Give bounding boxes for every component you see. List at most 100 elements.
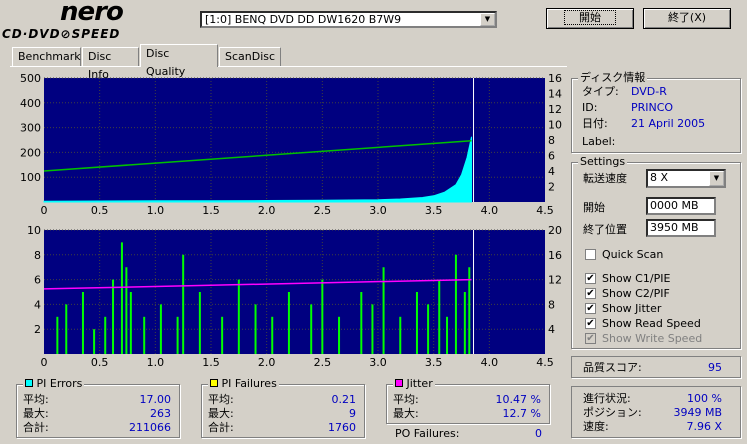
pi-errors-x-tick: 1.0 bbox=[147, 204, 165, 217]
pi-failures-max-value: 9 bbox=[349, 407, 356, 420]
drive-select[interactable]: [1:0] BENQ DVD DD DW1620 B7W9 ▼ bbox=[200, 11, 497, 28]
pi-failures-x-tick: 4.0 bbox=[481, 356, 499, 369]
progress-position-label: ポジション: bbox=[583, 406, 642, 419]
disc-info-group: ディスク情報 タイプ: DVD-R ID: PRINCO 日付: 21 Apri… bbox=[571, 72, 741, 153]
pi-failures-x-tick: 4.5 bbox=[536, 356, 554, 369]
tab-panel-border bbox=[10, 66, 567, 67]
pi-failures-total-value: 1760 bbox=[328, 421, 356, 434]
progress-speed-label: 速度: bbox=[583, 420, 609, 433]
pi-errors-y-tick: 100 bbox=[20, 171, 41, 184]
pi-failures-x-tick: 2.5 bbox=[314, 356, 332, 369]
pi-errors-x-tick: 3.5 bbox=[425, 204, 443, 217]
pi-failures-y-tick: 4 bbox=[34, 298, 41, 311]
pi-errors-title: PI Errors bbox=[36, 377, 83, 390]
drive-select-value: [1:0] BENQ DVD DD DW1620 B7W9 bbox=[205, 13, 402, 26]
pi-errors-x-tick: 0.5 bbox=[91, 204, 109, 217]
start-position-label: 開始 bbox=[583, 201, 605, 214]
quality-score-label: 品質スコア: bbox=[583, 361, 642, 374]
quick-scan-checkbox[interactable] bbox=[585, 249, 596, 260]
pi-failures-total-label: 合計: bbox=[208, 421, 234, 434]
pi-failures-y-tick: 8 bbox=[34, 249, 41, 262]
pi-failures-x-tick: 1.0 bbox=[147, 356, 165, 369]
pi-errors-avg-value: 17.00 bbox=[139, 393, 172, 406]
pi-errors-max-value: 263 bbox=[150, 407, 171, 420]
pi-errors-legend: PI Errors bbox=[23, 377, 85, 390]
speed-select[interactable]: 8 X ▼ bbox=[646, 169, 726, 188]
progress-speed-value: 7.96 X bbox=[686, 420, 722, 433]
pi-failures-stats: PI Failures 平均: 0.21 最大: 9 合計: 1760 bbox=[201, 378, 365, 438]
quality-score-box: 品質スコア: 95 bbox=[571, 356, 741, 378]
pi-errors-total-value: 211066 bbox=[129, 421, 171, 434]
pi-errors-y2-tick: 16 bbox=[548, 72, 562, 85]
pi-errors-y-tick: 500 bbox=[20, 72, 41, 85]
show-read-speed-label: Show Read Speed bbox=[602, 317, 701, 330]
pi-errors-y-tick: 300 bbox=[20, 122, 41, 135]
pi-errors-stats: PI Errors 平均: 17.00 最大: 263 合計: 211066 bbox=[16, 378, 180, 438]
chevron-down-icon[interactable]: ▼ bbox=[709, 171, 724, 186]
pi-errors-y-tick: 200 bbox=[20, 146, 41, 159]
jitter-stats: Jitter 平均: 10.47 % 最大: 12.7 % bbox=[386, 378, 550, 424]
exit-button[interactable]: 終了(X) bbox=[643, 8, 731, 29]
pi-errors-x-tick: 1.5 bbox=[202, 204, 220, 217]
tab-scandisc[interactable]: ScanDisc bbox=[219, 47, 281, 66]
end-position-input[interactable]: 3950 MB bbox=[646, 219, 716, 237]
pi-failures-x-tick: 3.0 bbox=[369, 356, 387, 369]
pi-errors-x-tick: 3.0 bbox=[369, 204, 387, 217]
quick-scan-label: Quick Scan bbox=[602, 248, 664, 261]
disc-type-value: DVD-R bbox=[631, 85, 667, 98]
show-write-speed-checkbox: ✔ bbox=[585, 333, 596, 344]
disc-id-value: PRINCO bbox=[631, 101, 674, 114]
jitter-legend: Jitter bbox=[393, 378, 435, 390]
pi-failures-swatch bbox=[210, 379, 218, 387]
show-c2-label: Show C2/PIF bbox=[602, 287, 670, 300]
pi-failures-y-tick: 2 bbox=[34, 323, 41, 336]
pi-errors-x-tick: 4.0 bbox=[481, 204, 499, 217]
pi-errors-y2-tick: 4 bbox=[548, 165, 555, 178]
settings-title: Settings bbox=[578, 155, 628, 168]
disc-type-label: タイプ: bbox=[582, 85, 619, 98]
pi-failures-max-label: 最大: bbox=[208, 407, 234, 420]
progress-position-value: 3949 MB bbox=[673, 406, 722, 419]
quality-score-value: 95 bbox=[708, 361, 722, 374]
progress-status-value: 100 % bbox=[687, 392, 722, 405]
pi-failures-legend: PI Failures bbox=[208, 378, 279, 390]
pi-errors-x-tick: 4.5 bbox=[536, 204, 554, 217]
nero-logo: nero bbox=[60, 0, 124, 27]
tab-disc-info[interactable]: Disc Info bbox=[82, 47, 139, 81]
show-c1-checkbox[interactable]: ✔ bbox=[585, 273, 596, 284]
pi-failures-x-tick: 1.5 bbox=[202, 356, 220, 369]
tab-disc-quality[interactable]: Disc Quality bbox=[140, 44, 218, 78]
progress-box: 進行状況: 100 % ポジション: 3949 MB 速度: 7.96 X bbox=[571, 386, 741, 438]
pi-failures-y2-tick: 8 bbox=[548, 298, 555, 311]
end-position-label: 終了位置 bbox=[583, 223, 627, 236]
pi-failures-y2-tick: 4 bbox=[548, 323, 555, 336]
show-jitter-label: Show Jitter bbox=[602, 302, 662, 315]
pi-errors-avg-label: 平均: bbox=[23, 393, 49, 406]
start-button[interactable]: 開始 bbox=[546, 8, 634, 29]
pi-failures-x-tick: 3.5 bbox=[425, 356, 443, 369]
chevron-down-icon[interactable]: ▼ bbox=[480, 13, 495, 26]
pi-failures-y2-tick: 20 bbox=[548, 224, 562, 237]
pi-errors-swatch bbox=[25, 379, 33, 387]
pi-errors-x-tick: 2.5 bbox=[314, 204, 332, 217]
start-button-label: 開始 bbox=[564, 10, 616, 25]
disc-date-value: 21 April 2005 bbox=[631, 117, 706, 130]
pi-failures-avg-label: 平均: bbox=[208, 393, 234, 406]
start-position-input[interactable]: 0000 MB bbox=[646, 197, 716, 215]
pi-errors-x-tick: 2.0 bbox=[258, 204, 276, 217]
disc-date-label: 日付: bbox=[582, 117, 608, 130]
cd-dvd-speed-logo: CD·DVD⊘SPEED bbox=[2, 27, 121, 41]
pi-failures-x-tick: 0.5 bbox=[91, 356, 109, 369]
disc-label-label: Label: bbox=[582, 135, 616, 148]
jitter-avg-label: 平均: bbox=[393, 393, 419, 406]
show-read-speed-checkbox[interactable]: ✔ bbox=[585, 318, 596, 329]
pi-failures-y2-tick: 12 bbox=[548, 274, 562, 287]
pi-errors-max-label: 最大: bbox=[23, 407, 49, 420]
show-c1-label: Show C1/PIE bbox=[602, 272, 671, 285]
tab-benchmark[interactable]: Benchmark bbox=[12, 47, 81, 66]
disc-id-label: ID: bbox=[582, 101, 598, 114]
pi-errors-total-label: 合計: bbox=[23, 421, 49, 434]
po-failures-label: PO Failures: bbox=[395, 427, 460, 440]
show-jitter-checkbox[interactable]: ✔ bbox=[585, 303, 596, 314]
show-c2-checkbox[interactable]: ✔ bbox=[585, 288, 596, 299]
